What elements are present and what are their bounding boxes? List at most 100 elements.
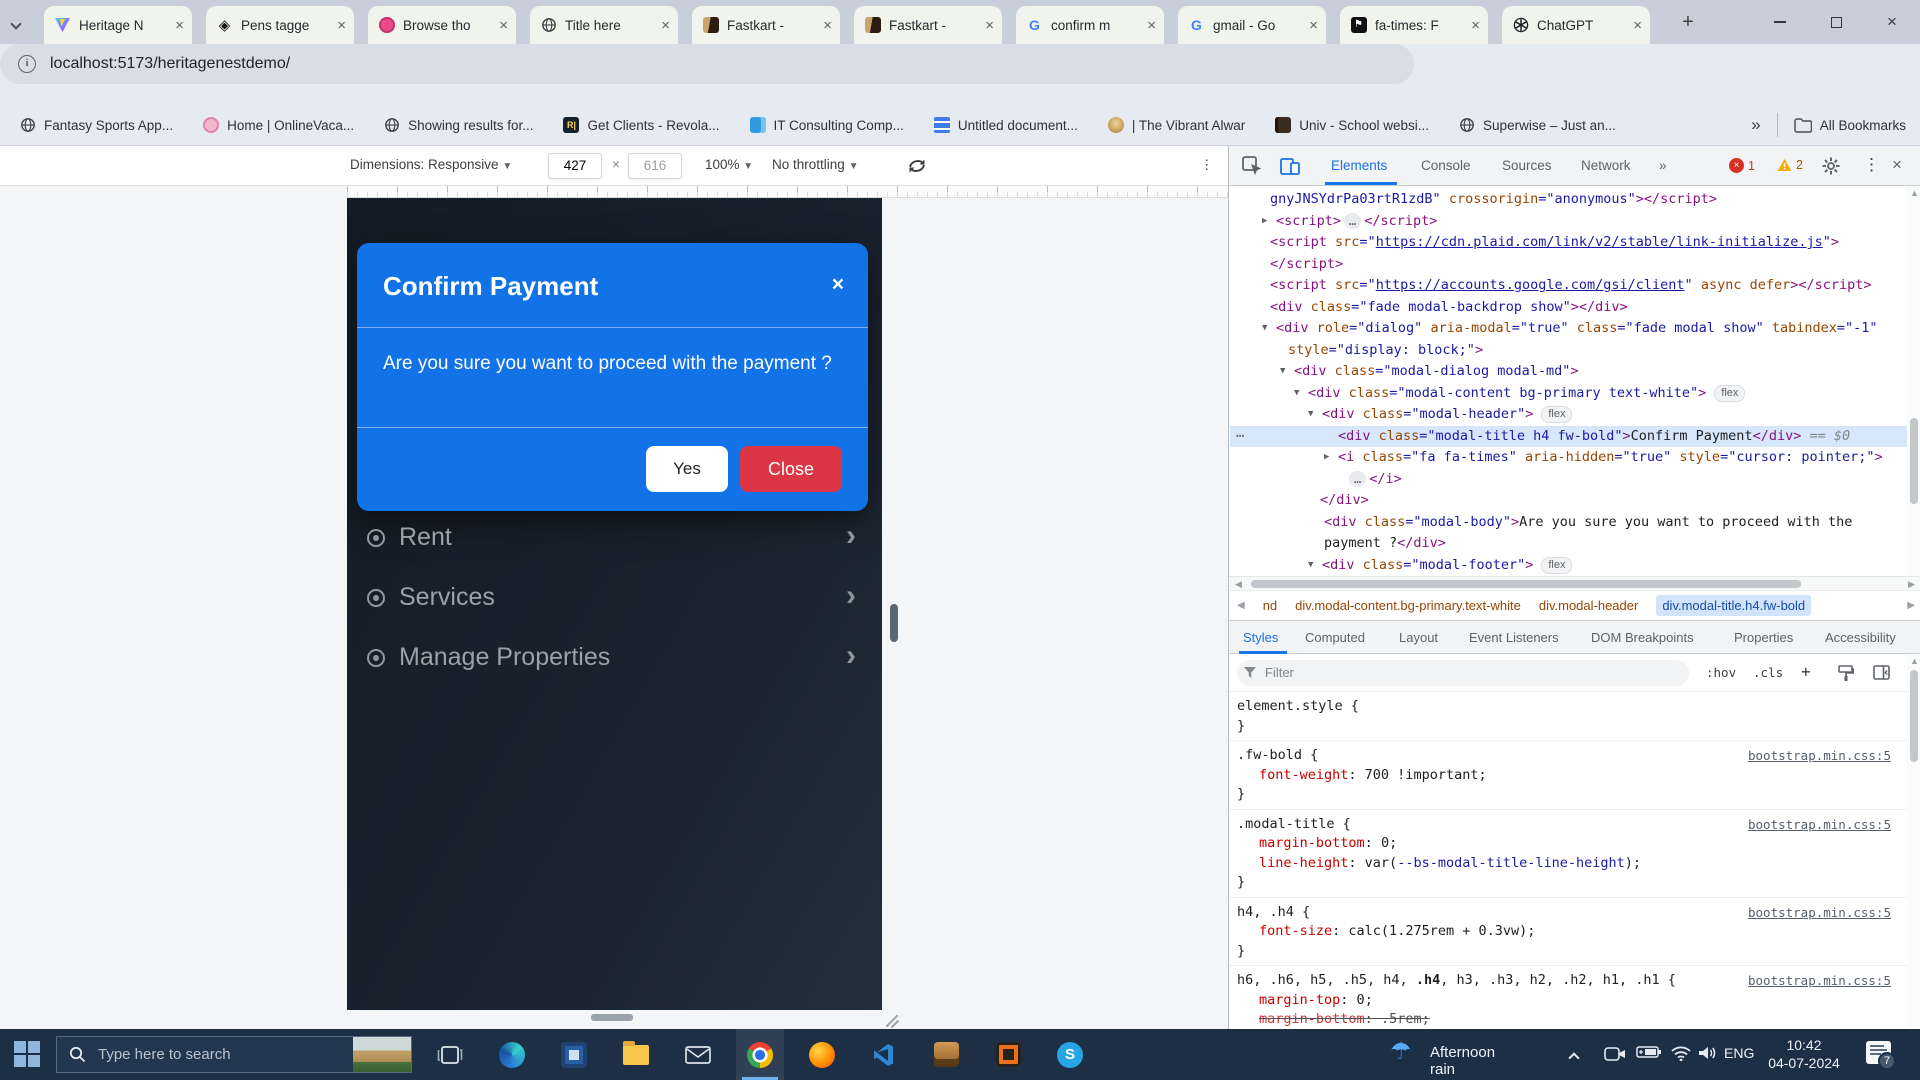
dom-node[interactable]: ▶<script>…</script> <box>1230 211 1907 233</box>
menu-item-manage-properties[interactable]: Manage Properties› <box>347 635 882 685</box>
dom-node[interactable]: ▼<div class="modal-footer">flex <box>1230 555 1907 577</box>
bookmark-item[interactable]: Untitled document... <box>934 117 1078 133</box>
styles-tab-event-listeners[interactable]: Event Listeners <box>1469 621 1559 654</box>
devtools-close-icon[interactable]: × <box>1892 155 1902 175</box>
device-width-input[interactable]: 427 <box>548 153 602 179</box>
taskbar-app-vscode[interactable] <box>860 1029 908 1080</box>
browser-tab[interactable]: ChatGPT× <box>1502 6 1650 44</box>
tab-close-icon[interactable]: × <box>1147 17 1156 34</box>
breadcrumb-scroll-right-icon[interactable]: ▶ <box>1907 600 1915 611</box>
taskbar-app-mail[interactable] <box>674 1029 722 1080</box>
dom-node[interactable]: payment ?</div> <box>1230 533 1907 555</box>
browser-tab[interactable]: Heritage N× <box>44 6 192 44</box>
breadcrumb-item[interactable]: div.modal-content.bg-primary.text-white <box>1295 598 1521 613</box>
styles-filter-input[interactable] <box>1237 660 1689 686</box>
collapse-arrow-icon[interactable]: ▼ <box>1308 555 1313 577</box>
dom-node[interactable]: ▶<i class="fa fa-times" aria-hidden="tru… <box>1230 447 1907 469</box>
node-menu-dots-icon[interactable]: ⋯ <box>1236 426 1244 448</box>
css-rule[interactable]: h6, .h6, h5, .h5, h4, .h4, h3, .h3, h2, … <box>1229 966 1907 1029</box>
tab-close-icon[interactable]: × <box>1633 17 1642 34</box>
stylesheet-source-link[interactable]: bootstrap.min.css:5 <box>1748 971 1891 991</box>
device-toolbar-toggle-icon[interactable] <box>1279 155 1301 182</box>
resize-handle-right[interactable] <box>890 604 898 642</box>
tab-close-icon[interactable]: × <box>175 17 184 34</box>
color-scheme-brush-icon[interactable] <box>1837 665 1854 687</box>
collapse-arrow-icon[interactable]: ▼ <box>1280 361 1285 383</box>
browser-tab[interactable]: ⚑fa-times: F× <box>1340 6 1488 44</box>
dom-node[interactable]: ▼<div role="dialog" aria-modal="true" cl… <box>1230 318 1907 340</box>
taskbar-app-edge[interactable] <box>488 1029 536 1080</box>
expand-arrow-icon[interactable]: ▶ <box>1262 211 1267 233</box>
device-height-input[interactable]: 616 <box>628 153 682 179</box>
error-badge[interactable]: ×1 <box>1729 158 1755 173</box>
taskbar-app-dev-tool[interactable] <box>922 1029 970 1080</box>
yes-button[interactable]: Yes <box>646 446 728 492</box>
breadcrumb-item[interactable]: div.modal-title.h4.fw-bold <box>1656 595 1811 616</box>
all-bookmarks-button[interactable]: All Bookmarks <box>1794 118 1906 133</box>
taskbar-app-firefox[interactable] <box>798 1029 846 1080</box>
weather-label[interactable]: Afternoon rain <box>1430 1044 1495 1078</box>
collapse-arrow-icon[interactable]: ▼ <box>1308 404 1313 426</box>
dimensions-select[interactable]: Dimensions: Responsive ▼ <box>350 157 512 172</box>
new-style-rule-button[interactable]: + <box>1801 662 1811 681</box>
tab-search-chevron-icon[interactable] <box>12 15 28 31</box>
bookmark-item[interactable]: Showing results for... <box>384 117 533 133</box>
styles-tab-accessibility[interactable]: Accessibility <box>1825 621 1896 654</box>
menu-item-services[interactable]: Services› <box>347 575 882 625</box>
taskbar-search[interactable]: Type here to search <box>56 1036 412 1073</box>
breadcrumb-item[interactable]: nd <box>1263 598 1277 613</box>
dom-node-selected[interactable]: ⋯<div class="modal-title h4 fw-bold">Con… <box>1230 426 1907 448</box>
bookmark-item[interactable]: Univ - School websi... <box>1275 117 1429 133</box>
devtools-tab-network[interactable]: Network <box>1581 146 1631 185</box>
tab-close-icon[interactable]: × <box>985 17 994 34</box>
weather-umbrella-icon[interactable]: ☂ <box>1390 1037 1412 1065</box>
taskbar-app-file-explorer[interactable] <box>612 1029 660 1080</box>
breadcrumb-item[interactable]: div.modal-header <box>1539 598 1638 613</box>
stylesheet-source-link[interactable]: bootstrap.min.css:5 <box>1748 746 1891 766</box>
sidebar-panel-icon[interactable] <box>1873 665 1890 685</box>
close-modal-button[interactable]: Close <box>740 446 842 492</box>
taskbar-clock[interactable]: 10:42 04-07-2024 <box>1758 1036 1850 1072</box>
maximize-button[interactable] <box>1808 0 1864 44</box>
taskbar-app-skype[interactable]: S <box>1046 1029 1094 1080</box>
search-highlight-image[interactable] <box>353 1037 411 1072</box>
tab-close-icon[interactable]: × <box>823 17 832 34</box>
styles-tab-computed[interactable]: Computed <box>1305 621 1365 654</box>
devtools-settings-gear-icon[interactable] <box>1821 156 1841 181</box>
site-info-icon[interactable]: i <box>18 55 36 73</box>
collapse-arrow-icon[interactable]: ▼ <box>1262 318 1267 340</box>
more-tabs-icon[interactable]: » <box>1659 146 1667 185</box>
dom-node[interactable]: <script src="https://cdn.plaid.com/link/… <box>1230 232 1907 254</box>
dom-node[interactable]: …</i> <box>1230 469 1907 491</box>
toggle-class-button[interactable]: .cls <box>1753 665 1783 680</box>
throttling-select[interactable]: No throttling ▼ <box>772 157 858 172</box>
dom-node[interactable]: ▼<div class="modal-dialog modal-md"> <box>1230 361 1907 383</box>
bookmark-item[interactable]: IT Consulting Comp... <box>750 117 904 133</box>
meet-now-icon[interactable] <box>1604 1045 1626 1068</box>
dom-node[interactable]: style="display: block;"> <box>1230 340 1907 362</box>
dom-node[interactable]: </script> <box>1230 254 1907 276</box>
css-rule[interactable]: h4, .h4 {bootstrap.min.css:5font-size: c… <box>1229 898 1907 967</box>
rotate-device-icon[interactable] <box>905 154 929 183</box>
elements-vertical-scrollbar[interactable]: ▲ <box>1907 186 1920 576</box>
devtools-tab-console[interactable]: Console <box>1421 146 1471 185</box>
styles-tab-dom-breakpoints[interactable]: DOM Breakpoints <box>1591 621 1694 654</box>
taskbar-app-photos[interactable] <box>550 1029 598 1080</box>
wifi-icon[interactable] <box>1670 1045 1692 1066</box>
volume-icon[interactable] <box>1698 1045 1718 1066</box>
new-tab-button[interactable]: + <box>1676 11 1700 35</box>
browser-tab[interactable]: Fastkart - × <box>854 6 1002 44</box>
tab-close-icon[interactable]: × <box>499 17 508 34</box>
bookmarks-overflow-icon[interactable]: » <box>1751 115 1760 135</box>
dom-node[interactable]: <div class="modal-body">Are you sure you… <box>1230 512 1907 534</box>
css-rule[interactable]: .modal-title {bootstrap.min.css:5margin-… <box>1229 810 1907 898</box>
tab-close-icon[interactable]: × <box>661 17 670 34</box>
styles-vertical-scrollbar[interactable]: ▲ <box>1907 654 1920 1029</box>
dom-node[interactable]: ▼<div class="modal-content bg-primary te… <box>1230 383 1907 405</box>
dom-node[interactable]: ▼<div class="modal-header">flex <box>1230 404 1907 426</box>
browser-tab[interactable]: ◈Pens tagge× <box>206 6 354 44</box>
bookmark-item[interactable]: Fantasy Sports App... <box>20 117 173 133</box>
bookmark-item[interactable]: Home | OnlineVaca... <box>203 117 354 133</box>
css-rule[interactable]: element.style {} <box>1229 692 1907 741</box>
dom-node[interactable]: gnyJNSYdrPa03rtR1zdB" crossorigin="anony… <box>1230 189 1907 211</box>
